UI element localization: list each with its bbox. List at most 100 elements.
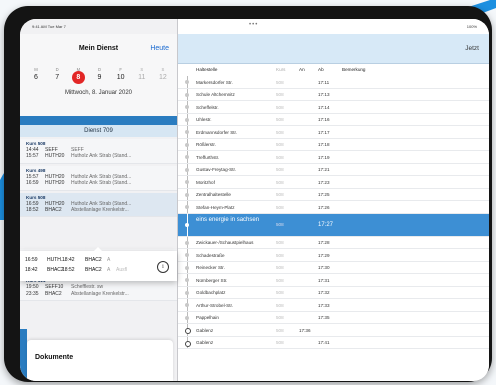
popup-time: 16:59 — [25, 257, 38, 263]
date-cell[interactable]: 10 — [112, 71, 130, 84]
stop-marker-icon — [185, 315, 189, 320]
stop-departure: 17:31 — [318, 277, 330, 283]
stop-row[interactable]: Pappelhain 508 17:35 — [178, 311, 489, 324]
stop-departure: 17:32 — [318, 290, 330, 295]
stop-marker-icon — [185, 278, 189, 282]
stop-row[interactable]: Erdmannsdorfer Str. 508 17:17 — [178, 126, 489, 139]
stop-row[interactable]: Schadestraße 508 17:29 — [178, 249, 489, 262]
column-stop: Haltestelle — [196, 67, 218, 72]
stop-kurs: 508 — [276, 252, 284, 258]
popup-time: 18:42 — [25, 267, 38, 273]
stop-row[interactable]: Rößlerstr. 508 17:18 — [178, 138, 489, 151]
stop-kurs: 508 — [276, 142, 284, 147]
tablet-device: Mein Dienst Heute MDMDFSS 6 7 8 9 10 11 12 Mit… — [4, 6, 492, 382]
stop-kurs: 508 — [276, 222, 284, 227]
stop-row[interactable]: Nürnberger Str. 508 17:31 — [178, 274, 489, 287]
kurs-detail-popup[interactable]: 16:59 HUTH... 18:42 BHAC2 A 18:42 BHAC2 … — [20, 247, 177, 281]
kurs-block[interactable]: Kurs 508 16:59 HUTH20 Hutholz Ank Strab (St… — [20, 192, 177, 218]
stop-row[interactable]: Stefan-Heym-Platz 508 17:26 — [178, 201, 489, 214]
stop-marker-icon — [185, 328, 191, 334]
stop-row[interactable]: Reinecker Str. 508 17:30 — [178, 261, 489, 274]
kurs-desc: Hutholz Ank Strab (Stand... — [71, 153, 132, 160]
kurs-time: 16:59 — [26, 180, 39, 187]
accent-bar — [20, 116, 177, 125]
stop-name: Goldbachplatz — [196, 290, 226, 295]
stop-kurs: 508 — [276, 179, 284, 185]
stop-kurs: 508 — [276, 92, 284, 97]
date-number: 11 — [138, 74, 146, 81]
stop-row-current[interactable]: eins energie in sachsen 508 17:27 — [178, 213, 489, 237]
stop-row[interactable]: Treffurthstr. 508 17:19 — [178, 151, 489, 164]
stop-name: Scheffelstr. — [196, 104, 219, 110]
tablet-screen: Mein Dienst Heute MDMDFSS 6 7 8 9 10 11 12 Mit… — [20, 19, 489, 381]
dienst-header: Dienst 709 — [20, 125, 177, 137]
stop-marker-icon — [185, 340, 191, 347]
kurs-code: BHAC2 — [45, 207, 62, 214]
stop-marker-icon — [185, 130, 189, 134]
kurs-code: HUTH20 — [45, 180, 65, 187]
multitask-dots[interactable]: ••• — [249, 22, 258, 28]
stop-kurs: 508 — [276, 154, 284, 160]
stop-marker-icon — [185, 240, 189, 245]
date-cell[interactable]: 11 — [133, 71, 151, 84]
stop-row[interactable]: Gustav-Freytag-Str. 508 17:21 — [178, 163, 489, 176]
date-cell[interactable]: 12 — [154, 71, 172, 84]
stop-departure: 17:16 — [318, 117, 330, 122]
stop-departure: 17:23 — [318, 179, 330, 185]
date-cell[interactable]: 6 — [27, 71, 45, 84]
stop-name: Gablenz — [196, 327, 214, 333]
documents-panel[interactable]: Dokumente — [27, 340, 173, 381]
stop-row[interactable]: Gablenz 508 17:36 — [178, 324, 489, 337]
stop-marker-icon — [185, 205, 189, 209]
kurs-desc: Hutholz Ank Strab (Stand... — [71, 180, 132, 187]
stop-row[interactable]: Markersdorfer Str. 508 17:11 — [178, 76, 489, 89]
selected-date[interactable]: 8 — [69, 71, 87, 84]
stop-kurs: 508 — [276, 315, 284, 320]
duty-header: Mein Dienst Heute MDMDFSS 6 7 8 9 10 11 12 Mit… — [20, 34, 177, 117]
kurs-title: Kurs 508 — [26, 141, 46, 146]
stop-departure: 17:30 — [318, 265, 330, 270]
stop-departure: 17:33 — [318, 302, 330, 308]
stop-kurs: 508 — [276, 117, 284, 122]
stop-name: Zentralhaltestelle — [196, 192, 231, 197]
date-number: 9 — [97, 74, 102, 81]
stop-row[interactable]: Schule Altchemnitz 508 17:13 — [178, 88, 489, 101]
date-cell[interactable]: 7 — [48, 71, 66, 84]
stop-row[interactable]: Zwickauer-/Schaustpielhaus 508 17:28 — [178, 236, 489, 249]
stop-row[interactable]: Arthur-Strobel-Str. 508 17:33 — [178, 299, 489, 312]
kurs-block[interactable]: Kurs 508 14:44 SEFF SEFF 15:57 HUTH20 Hutholz … — [20, 139, 177, 164]
today-button[interactable]: Heute — [150, 45, 169, 52]
kurs-block[interactable]: Kurs 498 15:57 HUTH20 Hutholz Ank Strab (St… — [20, 165, 177, 191]
stop-row[interactable]: Goldbachplatz 508 17:32 — [178, 286, 489, 299]
route-panel: Jetzt Haltestelle Kurs An Ab Bemerkung M… — [178, 19, 489, 381]
stop-name: Schule Altchemnitz — [196, 92, 235, 97]
stop-marker-icon — [185, 117, 189, 122]
kurs-time: 23:35 — [26, 290, 39, 297]
kurs-row: 18:52 BHAC2 Abstellanlage Krenkelstr... — [26, 207, 171, 213]
stop-name: Reinecker Str. — [196, 265, 225, 270]
popup-note: Ausfl — [116, 267, 128, 273]
documents-title: Dokumente — [35, 354, 74, 361]
kurs-code: BHAC2 — [45, 290, 62, 297]
info-icon[interactable]: i — [157, 261, 169, 273]
stop-name: Uhlestr. — [196, 117, 212, 122]
battery-indicator: 100% — [466, 24, 477, 29]
stop-marker-icon — [185, 142, 189, 147]
stop-row[interactable]: Uhlestr. 508 17:16 — [178, 113, 489, 126]
stop-marker-icon — [185, 265, 189, 270]
stop-row[interactable]: Moritzhof 508 17:23 — [178, 176, 489, 189]
stop-departure: 17:13 — [318, 92, 330, 97]
stop-row[interactable]: Gablenz 508 17:41 — [178, 336, 489, 349]
stop-row[interactable]: Zentralhaltestelle 508 17:25 — [178, 188, 489, 201]
stop-marker-icon — [185, 105, 189, 109]
now-button[interactable]: Jetzt — [465, 45, 479, 52]
selected-date-label: Mittwoch, 8. Januar 2020 — [64, 90, 133, 96]
stop-name: Gablenz — [196, 340, 214, 345]
stop-row[interactable]: Scheffelstr. 508 17:14 — [178, 101, 489, 114]
date-strip: 6 7 8 9 10 11 12 — [27, 71, 172, 84]
date-cell[interactable]: 9 — [90, 71, 108, 84]
date-number: 12 — [159, 74, 167, 81]
stop-name: Erdmannsdorfer Str. — [196, 129, 238, 135]
kurs-time: 18:52 — [26, 207, 39, 214]
route-header: Jetzt — [178, 34, 489, 64]
